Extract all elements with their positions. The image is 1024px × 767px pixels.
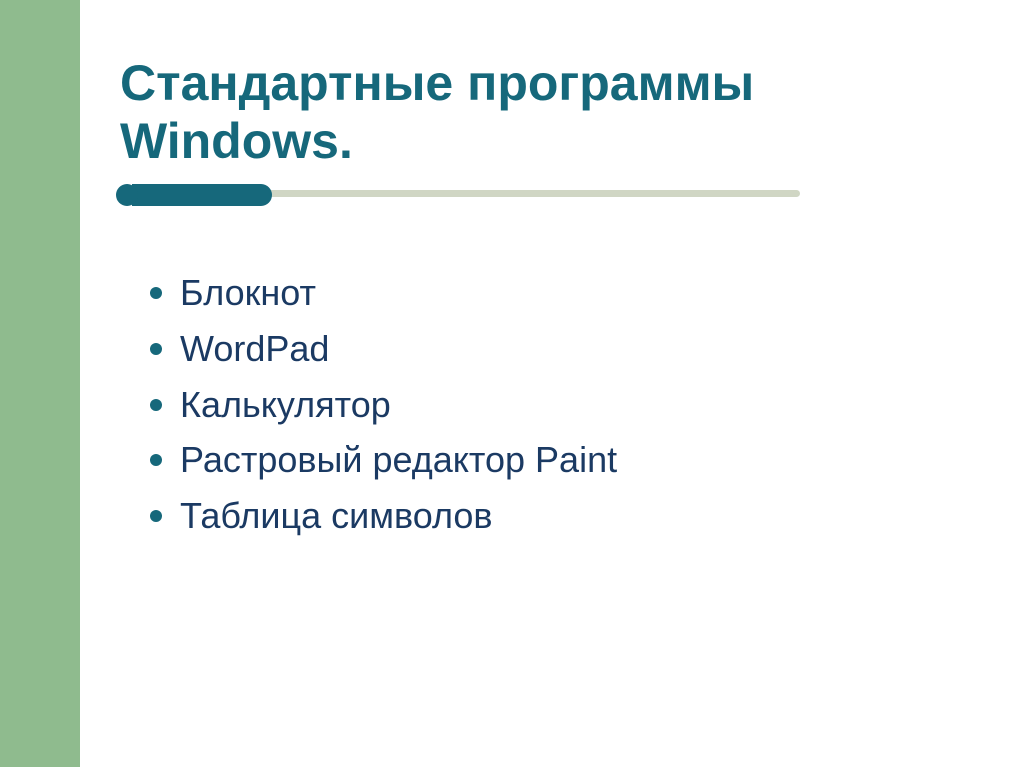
list-item-text: WordPad [180, 328, 329, 369]
bullet-icon [150, 454, 162, 466]
title-underline [120, 190, 984, 210]
list-item-text: Растровый редактор Paint [180, 439, 617, 480]
sidebar-accent [0, 0, 80, 767]
list-item: Блокнот [150, 265, 984, 321]
bullet-list: Блокнот WordPad Калькулятор Растровый ре… [120, 265, 984, 544]
list-item-text: Блокнот [180, 272, 316, 313]
title-line-2: Windows. [120, 113, 353, 169]
list-item-text: Калькулятор [180, 384, 391, 425]
list-item: Таблица символов [150, 488, 984, 544]
bullet-icon [150, 510, 162, 522]
list-item: WordPad [150, 321, 984, 377]
list-item-text: Таблица символов [180, 495, 493, 536]
underline-dot [116, 184, 138, 206]
bullet-icon [150, 343, 162, 355]
title-line-1: Стандартные программы [120, 55, 754, 111]
list-item: Растровый редактор Paint [150, 432, 984, 488]
list-item: Калькулятор [150, 377, 984, 433]
slide-title: Стандартные программы Windows. [120, 55, 984, 170]
bullet-icon [150, 287, 162, 299]
bullet-icon [150, 399, 162, 411]
underline-tail [132, 184, 272, 206]
slide-content: Стандартные программы Windows. Блокнот W… [80, 0, 1024, 767]
